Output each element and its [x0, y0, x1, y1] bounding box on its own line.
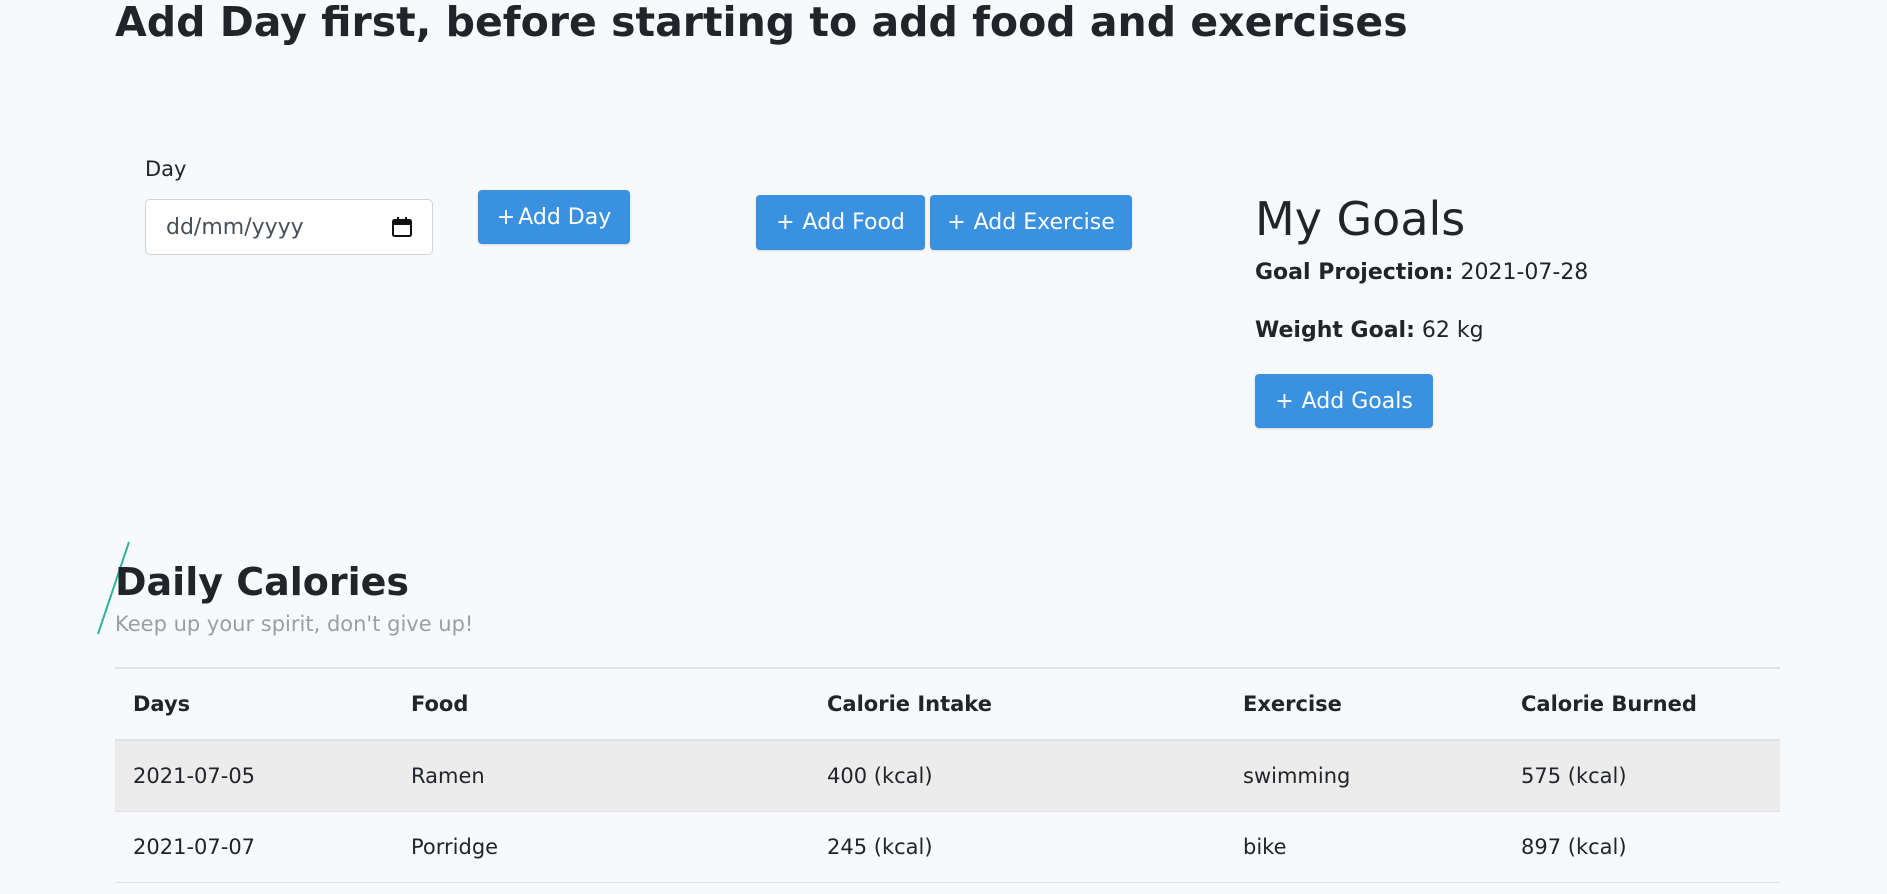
cell-calorie-burned: 897 (kcal) — [1521, 834, 1627, 859]
weight-goal-label: Weight Goal: — [1255, 318, 1415, 343]
cell-exercise: swimming — [1243, 763, 1351, 788]
column-header-calorie-intake: Calorie Intake — [827, 692, 992, 716]
plus-icon: + — [496, 204, 516, 230]
cell-food: Ramen — [411, 763, 485, 788]
cell-exercise: bike — [1243, 834, 1287, 859]
goals-title: My Goals — [1255, 192, 1466, 246]
add-food-label: Add Food — [802, 210, 905, 235]
calendar-icon[interactable] — [392, 217, 412, 237]
add-day-label: Add Day — [518, 204, 612, 230]
weight-goal-value: 62 kg — [1421, 318, 1484, 343]
page-headline: Add Day first, before starting to add fo… — [115, 0, 1408, 46]
plus-icon: + — [776, 210, 795, 235]
goal-projection-label: Goal Projection: — [1255, 260, 1454, 285]
add-exercise-label: Add Exercise — [973, 210, 1115, 235]
cell-calorie-intake: 245 (kcal) — [827, 834, 933, 859]
table-row: 2021-07-05 Ramen 400 (kcal) swimming 575… — [115, 740, 1780, 811]
plus-icon: + — [947, 210, 966, 235]
column-header-calorie-burned: Calorie Burned — [1521, 692, 1697, 716]
column-header-days: Days — [133, 692, 191, 716]
add-food-button[interactable]: + Add Food — [756, 195, 925, 250]
table-header-row: Days Food Calorie Intake Exercise Calori… — [115, 668, 1780, 740]
cell-calorie-burned: 575 (kcal) — [1521, 763, 1627, 788]
daily-calories-title: Daily Calories — [115, 560, 410, 604]
page: Add Day first, before starting to add fo… — [0, 0, 1887, 894]
add-goals-label: Add Goals — [1301, 388, 1413, 414]
column-header-food: Food — [411, 692, 469, 716]
daily-calories-subtitle: Keep up your spirit, don't give up! — [115, 612, 474, 636]
cell-calorie-intake: 400 (kcal) — [827, 763, 933, 788]
date-placeholder: dd/mm/yyyy — [166, 214, 304, 240]
column-header-exercise: Exercise — [1243, 692, 1342, 716]
add-day-button[interactable]: + Add Day — [478, 190, 630, 244]
cell-day: 2021-07-07 — [133, 834, 256, 859]
goal-projection: Goal Projection: 2021-07-28 — [1255, 260, 1588, 285]
day-label: Day — [145, 157, 187, 181]
add-goals-button[interactable]: + Add Goals — [1255, 374, 1433, 428]
add-exercise-button[interactable]: + Add Exercise — [930, 195, 1132, 250]
goal-projection-value: 2021-07-28 — [1460, 260, 1589, 285]
weight-goal: Weight Goal: 62 kg — [1255, 318, 1484, 343]
daily-calories-table: Days Food Calorie Intake Exercise Calori… — [115, 667, 1780, 883]
cell-day: 2021-07-05 — [133, 763, 256, 788]
plus-icon: + — [1275, 388, 1294, 414]
day-date-input[interactable]: dd/mm/yyyy — [145, 199, 433, 255]
table-row: 2021-07-07 Porridge 245 (kcal) bike 897 … — [115, 811, 1780, 882]
cell-food: Porridge — [411, 834, 499, 859]
